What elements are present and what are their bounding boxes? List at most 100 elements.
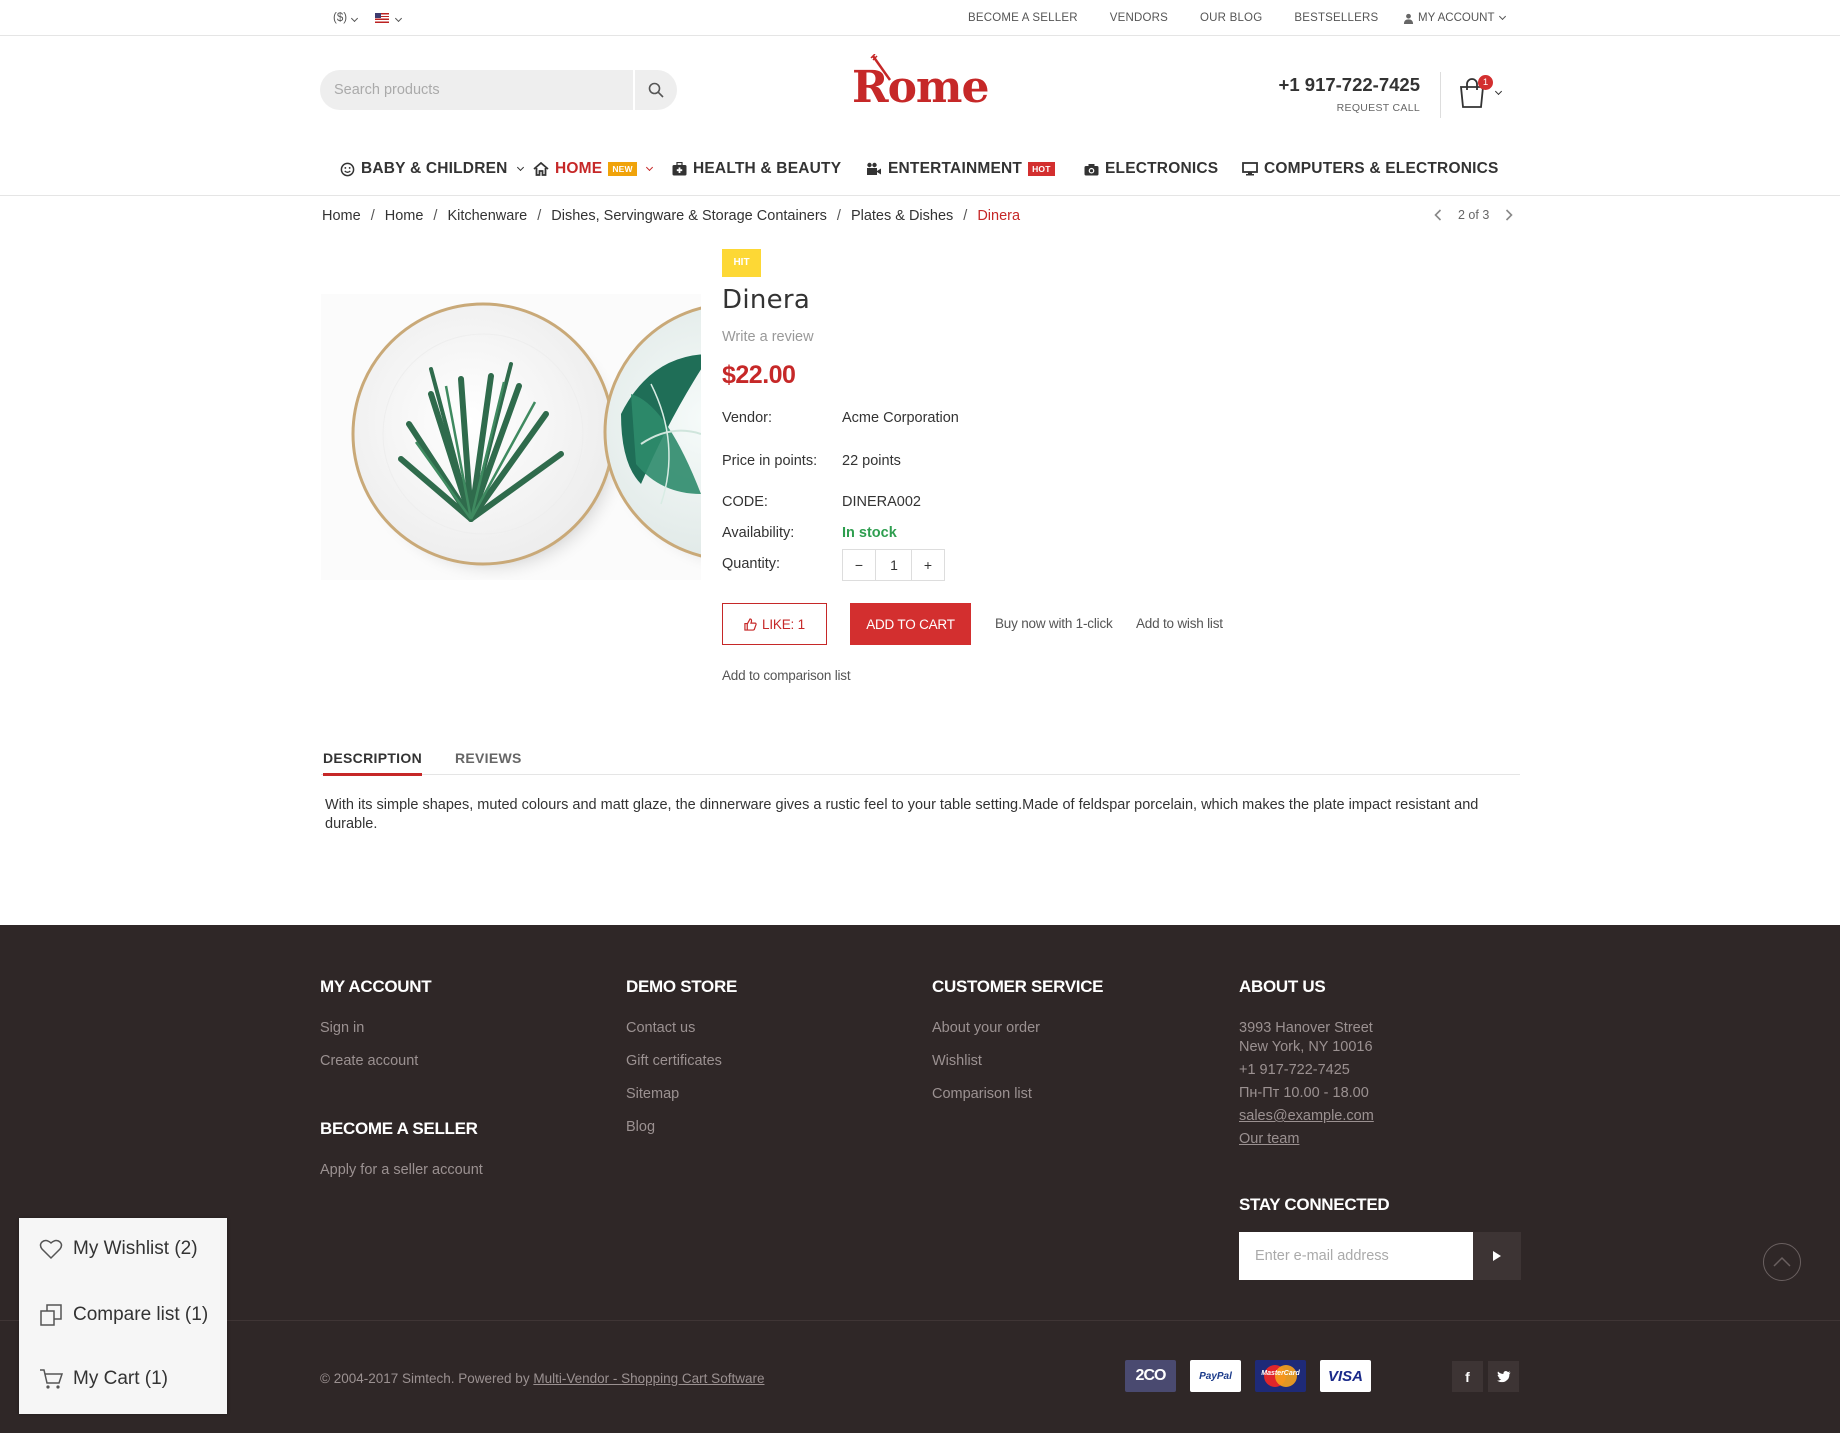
- chevron-down-icon: [395, 14, 403, 23]
- my-cart-link[interactable]: My Cart (1): [39, 1368, 168, 1390]
- email-subscribe-input[interactable]: [1239, 1232, 1473, 1280]
- nav-baby-children[interactable]: BABY & CHILDREN: [340, 160, 524, 178]
- footer-about-order-link[interactable]: About your order: [932, 1020, 1040, 1036]
- search-bar: [320, 70, 677, 110]
- footer-contact-link[interactable]: Contact us: [626, 1020, 695, 1036]
- link-our-blog[interactable]: OUR BLOG: [1200, 12, 1262, 24]
- breadcrumb-separator: /: [433, 208, 438, 224]
- increase-quantity-button[interactable]: +: [911, 549, 945, 581]
- currency-selector[interactable]: ($): [333, 12, 359, 24]
- footer-gift-certificates-link[interactable]: Gift certificates: [626, 1053, 722, 1069]
- chevron-right-icon[interactable]: [1505, 209, 1513, 221]
- nav-home[interactable]: HOME NEW: [533, 160, 653, 178]
- breadcrumb-link[interactable]: Dishes, Servingware & Storage Containers: [551, 208, 827, 224]
- link-vendors[interactable]: VENDORS: [1110, 12, 1168, 24]
- hot-tag: HOT: [1028, 162, 1055, 176]
- subscribe-button[interactable]: [1473, 1232, 1521, 1280]
- footer-sitemap-link[interactable]: Sitemap: [626, 1086, 679, 1102]
- quantity-stepper: − 1 +: [842, 549, 945, 581]
- compare-list-link[interactable]: Compare list (1): [39, 1303, 208, 1327]
- cart-button[interactable]: 1: [1458, 75, 1503, 112]
- vendor-link[interactable]: Acme Corporation: [842, 410, 959, 426]
- search-button[interactable]: [633, 70, 677, 110]
- product-description: With its simple shapes, muted colours an…: [325, 797, 1479, 832]
- footer-heading: DEMO STORE: [626, 977, 737, 996]
- quantity-input[interactable]: 1: [876, 549, 912, 581]
- write-review-link[interactable]: Write a review: [722, 329, 814, 345]
- nav-entertainment[interactable]: ENTERTAINMENT HOT: [866, 160, 1055, 178]
- user-icon: [1403, 13, 1414, 24]
- scroll-to-top-button[interactable]: [1763, 1243, 1801, 1281]
- my-account-menu[interactable]: MY ACCOUNT: [1403, 12, 1507, 24]
- hit-badge: HIT: [722, 249, 761, 277]
- language-selector[interactable]: [375, 12, 403, 24]
- tab-reviews[interactable]: REVIEWS: [455, 750, 522, 766]
- stay-connected-heading: STAY CONNECTED: [1239, 1195, 1390, 1214]
- compare-icon: [40, 1304, 62, 1326]
- breadcrumb-link[interactable]: Plates & Dishes: [851, 208, 953, 224]
- twitter-button[interactable]: [1488, 1361, 1519, 1392]
- my-wishlist-link[interactable]: My Wishlist (2): [39, 1238, 198, 1260]
- twitter-icon: [1496, 1370, 1510, 1382]
- breadcrumb-link[interactable]: Home: [385, 208, 424, 224]
- footer-divider: [0, 1320, 1840, 1321]
- cart-count-badge: 1: [1478, 75, 1493, 90]
- powered-by-link[interactable]: Multi-Vendor - Shopping Cart Software: [533, 1371, 764, 1386]
- nav-health-beauty[interactable]: HEALTH & BEAUTY: [672, 160, 841, 178]
- payment-mastercard-icon: MasterCard: [1255, 1360, 1306, 1392]
- divider: [1440, 72, 1441, 118]
- nav-electronics[interactable]: ELECTRONICS: [1084, 160, 1218, 178]
- breadcrumb-separator: /: [963, 208, 968, 224]
- decrease-quantity-button[interactable]: −: [842, 549, 876, 581]
- nav-computers-electronics[interactable]: COMPUTERS & ELECTRONICS: [1242, 160, 1499, 178]
- plates-image: [321, 294, 701, 580]
- chevron-left-icon[interactable]: [1434, 209, 1442, 221]
- facebook-button[interactable]: f: [1452, 1361, 1483, 1392]
- footer-heading: ABOUT US: [1239, 977, 1326, 996]
- link-bestsellers[interactable]: BESTSELLERS: [1294, 12, 1378, 24]
- product-image[interactable]: [321, 294, 701, 580]
- copyright: © 2004-2017 Simtech. Powered by Multi-Ve…: [320, 1371, 765, 1386]
- footer-wishlist-link[interactable]: Wishlist: [932, 1053, 982, 1069]
- chevron-up-icon: [1773, 1256, 1791, 1267]
- add-to-comparison-link[interactable]: Add to comparison list: [722, 668, 851, 683]
- buy-now-one-click-link[interactable]: Buy now with 1-click: [995, 616, 1113, 631]
- quantity-row: Quantity:: [722, 556, 781, 572]
- newsletter-form: [1239, 1232, 1521, 1280]
- breadcrumb-link[interactable]: Home: [322, 208, 361, 224]
- store-logo[interactable]: Rome: [852, 52, 989, 118]
- chevron-down-icon: [516, 163, 524, 172]
- top-bar: ($) BECOME A SELLER VENDORS OUR BLOG BES…: [0, 0, 1840, 36]
- link-become-seller[interactable]: BECOME A SELLER: [968, 12, 1078, 24]
- main-navigation: BABY & CHILDREN HOME NEW HEALTH & BEAUTY…: [0, 150, 1840, 196]
- add-to-wishlist-link[interactable]: Add to wish list: [1136, 616, 1223, 631]
- footer-email-link[interactable]: sales@example.com: [1239, 1108, 1374, 1124]
- fork-icon: [870, 54, 892, 81]
- payment-visa-icon: VISA: [1320, 1360, 1371, 1392]
- footer-heading: CUSTOMER SERVICE: [932, 977, 1104, 996]
- chevron-down-icon: [1499, 12, 1507, 21]
- chevron-down-icon: [645, 163, 653, 172]
- address-line-1: 3993 Hanover Street: [1239, 1020, 1373, 1036]
- footer-my-account: MY ACCOUNT Sign in Create account: [320, 977, 432, 1069]
- search-input[interactable]: [334, 70, 634, 110]
- payment-paypal-icon: PayPal: [1190, 1360, 1241, 1392]
- footer-our-team-link[interactable]: Our team: [1239, 1131, 1299, 1147]
- new-tag: NEW: [608, 162, 637, 176]
- footer-heading: MY ACCOUNT: [320, 977, 432, 996]
- us-flag-icon: [375, 12, 390, 23]
- footer-phone: +1 917-722-7425: [1239, 1062, 1350, 1078]
- heart-icon: [39, 1239, 63, 1260]
- request-call-link[interactable]: REQUEST CALL: [1240, 102, 1420, 114]
- footer-sign-in-link[interactable]: Sign in: [320, 1020, 364, 1036]
- footer-create-account-link[interactable]: Create account: [320, 1053, 418, 1069]
- footer-blog-link[interactable]: Blog: [626, 1119, 655, 1135]
- tab-description[interactable]: DESCRIPTION: [323, 750, 422, 776]
- breadcrumb-link[interactable]: Kitchenware: [447, 208, 527, 224]
- footer-comparison-link[interactable]: Comparison list: [932, 1086, 1032, 1102]
- footer-become-seller: BECOME A SELLER Apply for a seller accou…: [320, 1119, 483, 1178]
- add-to-cart-button[interactable]: ADD TO CART: [850, 603, 971, 645]
- footer-apply-seller-link[interactable]: Apply for a seller account: [320, 1162, 483, 1178]
- breadcrumb: Home / Home / Kitchenware / Dishes, Serving…: [322, 208, 1020, 224]
- like-button[interactable]: LIKE: 1: [722, 603, 827, 645]
